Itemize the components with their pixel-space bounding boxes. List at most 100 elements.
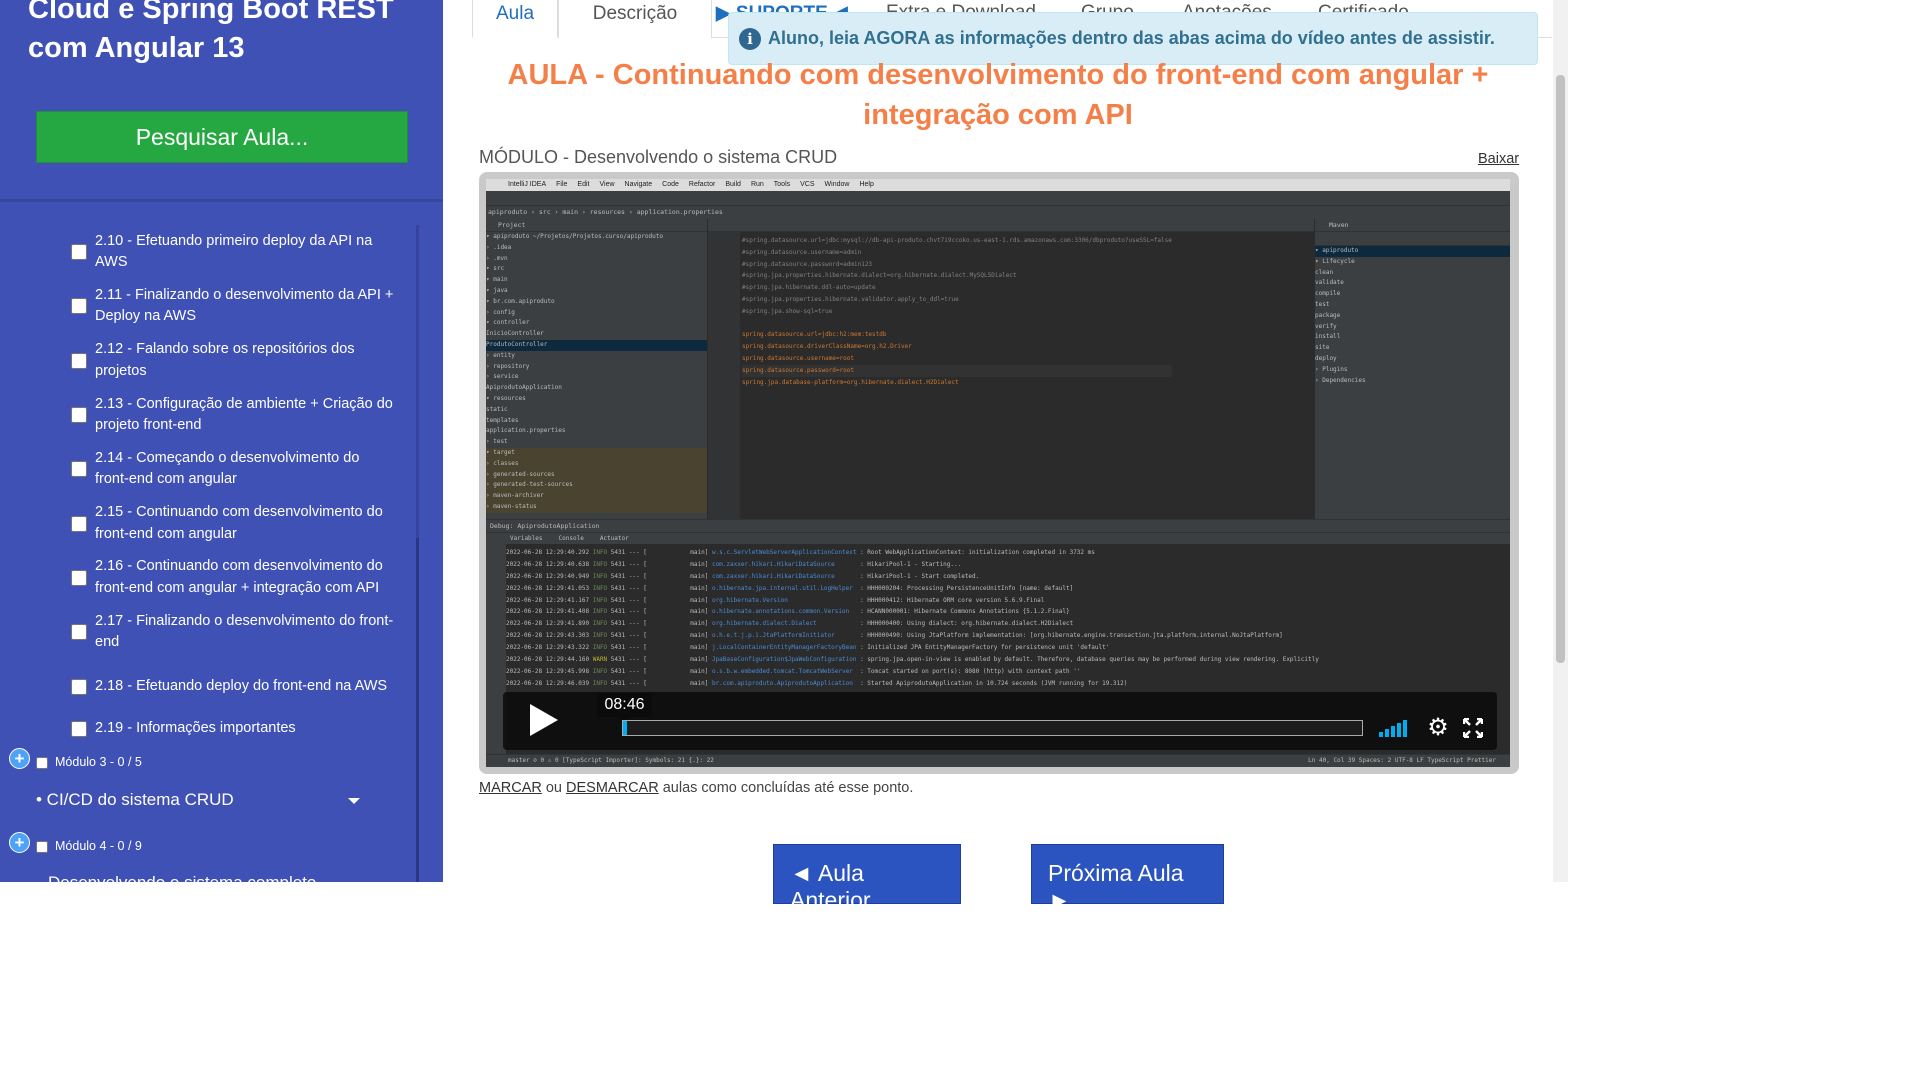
- console-message: : Root WebApplicationContext: initializa…: [856, 549, 1095, 556]
- lesson-title[interactable]: 2.17 - Finalizando o desenvolvimento do …: [95, 611, 395, 654]
- lesson-checkbox[interactable]: [71, 624, 87, 641]
- console-logger: org.hibernate.dialect.Dialect: [711, 620, 857, 628]
- module-topic-dropdown[interactable]: • CI/CD do sistema CRUD: [36, 790, 366, 814]
- maven-tree-item: verify: [1315, 322, 1337, 330]
- console-logger: br.com.apiproduto.ApiprodutoApplication: [711, 679, 857, 687]
- module-3-checkbox[interactable]: [36, 757, 48, 769]
- progress-bar[interactable]: [622, 720, 1363, 736]
- next-module-topic[interactable]: Desenvolvendo o sistema completo: [48, 873, 316, 882]
- lesson-title[interactable]: 2.14 - Começando o desenvolvimento do fr…: [95, 448, 395, 491]
- fullscreen-icon[interactable]: [1463, 718, 1483, 738]
- info-icon: i: [739, 27, 761, 50]
- play-icon[interactable]: [530, 704, 558, 736]
- ide-menu-item: Tools: [773, 181, 791, 188]
- console-level: INFO: [592, 608, 608, 616]
- lesson-list: 2.10 - Efetuando primeiro deploy da API …: [0, 225, 420, 744]
- lesson-title: AULA - Continuando com desenvolvimento d…: [507, 59, 1489, 131]
- lesson-title[interactable]: 2.16 - Continuando com desenvolvimento d…: [95, 556, 395, 599]
- expand-plus-icon[interactable]: +: [9, 832, 30, 853]
- console-timestamp: 2022-06-28 12:29:40.292: [506, 549, 590, 556]
- lesson-checkbox[interactable]: [71, 407, 87, 424]
- tab-aula[interactable]: Aula: [472, 0, 558, 38]
- download-link[interactable]: Baixar: [1478, 151, 1519, 167]
- lesson-checkbox[interactable]: [71, 515, 87, 532]
- console-message: : HikariPool-1 - Starting...: [856, 560, 962, 568]
- console-level: INFO: [592, 667, 608, 675]
- lesson-item[interactable]: 2.16 - Continuando com desenvolvimento d…: [0, 551, 420, 605]
- lesson-checkbox[interactable]: [71, 461, 87, 478]
- lesson-title[interactable]: 2.15 - Continuando com desenvolvimento d…: [95, 502, 395, 545]
- lesson-item[interactable]: 2.13 - Configuração de ambiente + Criaçã…: [0, 388, 420, 442]
- lesson-title[interactable]: 2.10 - Efetuando primeiro deploy da API …: [95, 231, 395, 274]
- console-thread: 5431 --- [ main]: [610, 596, 712, 604]
- console-timestamp: 2022-06-28 12:29:41.053: [506, 584, 590, 592]
- lesson-title[interactable]: 2.13 - Configuração de ambiente + Criaçã…: [95, 394, 395, 437]
- maven-tree-item: › Dependencies: [1315, 376, 1366, 384]
- code-line: #spring.datasource.url=jdbc:mysql://db-a…: [742, 237, 1172, 244]
- console-line: 2022-06-28 12:29:45.998 INFO 5431 --- [ …: [506, 666, 1319, 678]
- lesson-item[interactable]: 2.11 - Finalizando o desenvolvimento da …: [0, 279, 420, 333]
- project-panel: Project ▾ apiproduto ~/Projetos/Projetos…: [486, 219, 708, 519]
- tab-descricao[interactable]: Descrição: [558, 0, 712, 38]
- volume-icon[interactable]: [1379, 719, 1413, 737]
- lesson-title[interactable]: 2.19 - Informações importantes: [95, 718, 395, 740]
- mark-link[interactable]: MARCAR: [479, 780, 542, 796]
- console-thread: 5431 --- [ main]: [610, 560, 712, 568]
- course-title: Cloud e Spring Boot REST com Angular 13: [28, 0, 394, 64]
- ide-menu-item: Run: [750, 181, 764, 188]
- lesson-checkbox[interactable]: [71, 720, 87, 737]
- console-timestamp: 2022-06-28 12:29:46.039: [506, 679, 590, 687]
- ide-menu-item: Build: [725, 181, 741, 188]
- lesson-item[interactable]: 2.19 - Informações importantes: [0, 714, 420, 744]
- lesson-item[interactable]: 2.15 - Continuando com desenvolvimento d…: [0, 496, 420, 550]
- lesson-checkbox[interactable]: [71, 298, 87, 315]
- console-thread: 5431 --- [ main]: [610, 632, 712, 640]
- project-tree-item: application.properties: [486, 427, 566, 435]
- console-thread: 5431 --- [ main]: [610, 644, 712, 652]
- console-thread: 5431 --- [ main]: [610, 667, 712, 675]
- project-tree-item: › repository: [486, 362, 530, 370]
- module-3-row[interactable]: + Módulo 3 - 0 / 5: [0, 748, 443, 779]
- sidebar-scrollbar-thumb[interactable]: [416, 538, 419, 882]
- console-line: 2022-06-28 12:29:44.160 WARN 5431 --- [ …: [506, 654, 1319, 666]
- console-level: INFO: [592, 572, 608, 580]
- maven-panel-header: Maven: [1315, 219, 1510, 232]
- expand-plus-icon[interactable]: +: [9, 748, 30, 769]
- module-3-label: Módulo 3 - 0 / 5: [55, 755, 142, 769]
- lesson-checkbox[interactable]: [71, 678, 87, 695]
- previous-lesson-button[interactable]: ◄ Aula Anterior: [773, 844, 961, 913]
- lesson-title[interactable]: 2.18 - Efetuando deploy do front-end na …: [95, 676, 395, 698]
- lesson-item[interactable]: 2.10 - Efetuando primeiro deploy da API …: [0, 225, 420, 279]
- maven-tree-item: package: [1315, 311, 1341, 319]
- project-tree-item: › maven-status: [486, 501, 707, 513]
- lesson-checkbox[interactable]: [71, 244, 87, 261]
- lesson-item[interactable]: 2.14 - Começando o desenvolvimento do fr…: [0, 442, 420, 496]
- search-lesson-button[interactable]: Pesquisar Aula...: [36, 111, 408, 163]
- next-lesson-button[interactable]: Próxima Aula ►: [1031, 844, 1224, 913]
- console-level: INFO: [592, 679, 608, 687]
- unmark-link[interactable]: DESMARCAR: [566, 780, 659, 796]
- console-message: : Started ApiprodutoApplication in 10.72…: [856, 679, 1128, 687]
- page-scrollbar-thumb[interactable]: [1556, 75, 1565, 663]
- video-player[interactable]: IntelliJ IDEA File Edit View Navigate Code Ref…: [479, 172, 1519, 774]
- module-4-checkbox[interactable]: [36, 841, 48, 853]
- module-4-row[interactable]: + Módulo 4 - 0 / 9: [0, 832, 443, 863]
- lesson-item[interactable]: 2.18 - Efetuando deploy do front-end na …: [0, 659, 420, 713]
- project-tree: ▾ apiproduto ~/Projetos/Projetos.curso/a…: [486, 232, 707, 513]
- ide-menu-item: Help: [859, 181, 874, 188]
- maven-tree-item: ▾ Lifecycle: [1315, 257, 1355, 265]
- lesson-item[interactable]: 2.17 - Finalizando o desenvolvimento do …: [0, 605, 420, 659]
- settings-gear-icon[interactable]: ⚙: [1426, 716, 1450, 740]
- maven-tree-item: › Plugins: [1315, 365, 1348, 373]
- lesson-title[interactable]: 2.12 - Falando sobre os repositórios dos…: [95, 339, 395, 382]
- lesson-checkbox[interactable]: [71, 352, 87, 369]
- console-timestamp: 2022-06-28 12:29:40.949: [506, 572, 590, 580]
- ide-menu-item: Refactor: [688, 181, 716, 188]
- maven-tree-item: ▾ apiproduto: [1315, 246, 1510, 257]
- lesson-item[interactable]: 2.12 - Falando sobre os repositórios dos…: [0, 334, 420, 388]
- lesson-title[interactable]: 2.11 - Finalizando o desenvolvimento da …: [95, 285, 395, 328]
- console-logger: o.h.e.t.j.p.i.JtaPlatformInitiator: [711, 632, 857, 640]
- lesson-checkbox[interactable]: [71, 569, 87, 586]
- sidebar-divider: [0, 199, 443, 202]
